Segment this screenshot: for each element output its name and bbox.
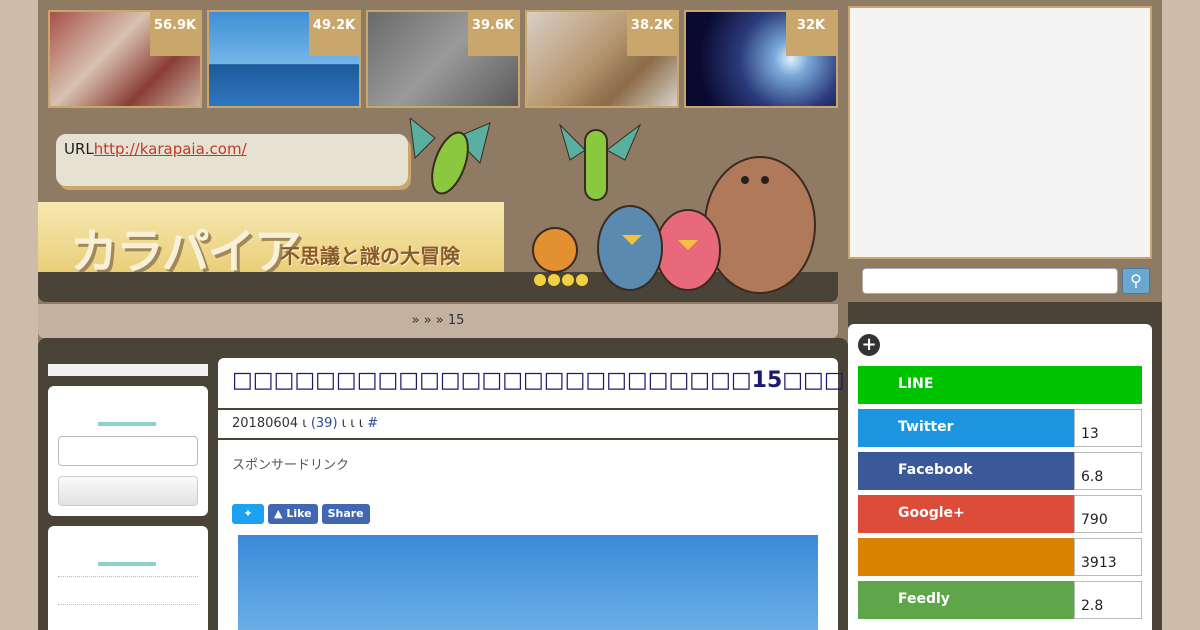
article-panel: □□□□□□□□□□□□□□□□□□□□□□□□□15□□□ 20180604 … (218, 358, 845, 630)
googleplus-label: Google+ (858, 495, 1075, 533)
share-buttons: ✦ ▲ Like Share (232, 504, 370, 524)
search-input[interactable] (862, 268, 1118, 294)
view-count: 38.2K (627, 12, 677, 56)
site-url-link[interactable]: http://karapaia.com/ (94, 140, 247, 158)
article-meta: 20180604 ι (39) ι ι ι # (232, 416, 378, 431)
url-label: URL (64, 140, 94, 158)
thumbnail-dog-cat[interactable]: 38.2K (525, 10, 679, 108)
share-label: Share (327, 507, 364, 520)
feedly-label: Feedly (858, 581, 1075, 619)
logo-tagline: 不思議と謎の大冒険 (280, 244, 460, 268)
article-title[interactable]: □□□□□□□□□□□□□□□□□□□□□□□□□15□□□ (232, 368, 845, 393)
view-count: 39.6K (468, 12, 518, 56)
comments-link[interactable]: (39) (311, 416, 338, 431)
social-row-hatena[interactable]: 3913 (858, 538, 1142, 576)
view-count: 49.2K (309, 12, 359, 56)
tag-link[interactable]: # (367, 416, 378, 431)
thumbnail-balanced-stones[interactable]: 49.2K (207, 10, 361, 108)
article-hero-image (238, 535, 818, 630)
view-count: 56.9K (150, 12, 200, 56)
social-row-googleplus[interactable]: Google+ 790 (858, 495, 1142, 533)
bookmark-label (858, 538, 1075, 576)
social-row-twitter[interactable]: Twitter 13 (858, 409, 1142, 447)
meta-separators: ι ι ι (337, 416, 364, 431)
mascot-characters-illustration (532, 123, 816, 294)
feedly-count: 2.8 (1074, 581, 1142, 619)
like-label: Like (286, 507, 312, 520)
googleplus-count: 790 (1074, 495, 1142, 533)
article-date: 20180604 ι (232, 416, 307, 431)
thumbnail-cave-art[interactable]: 56.9K (48, 10, 202, 108)
social-row-line[interactable]: LINE (858, 366, 1142, 404)
popular-thumbnails: 56.9K 49.2K 39.6K 38.2K 32K (48, 10, 838, 108)
facebook-like-button[interactable]: ▲ Like (268, 504, 318, 524)
thumbnail-space[interactable]: 32K (684, 10, 838, 108)
sidebar-search-button[interactable] (58, 476, 198, 506)
search-icon: ⚲ (1130, 271, 1142, 290)
plus-icon[interactable]: + (858, 334, 880, 356)
breadcrumb: » » » 15 (38, 304, 838, 338)
sponsored-link-label: スポンサードリンク (232, 458, 350, 473)
bookmark-count: 3913 (1074, 538, 1142, 576)
widget-heading-line (98, 422, 156, 426)
facebook-label: Facebook (858, 452, 1075, 490)
title-divider (218, 408, 838, 410)
twitter-count: 13 (1074, 409, 1142, 447)
social-row-feedly[interactable]: Feedly 2.8 (858, 581, 1142, 619)
list-divider (58, 604, 198, 605)
view-count: 32K (786, 12, 836, 56)
left-sidebar-header-bar (48, 364, 208, 376)
flying-character-illustration (409, 118, 491, 195)
meta-divider (218, 438, 838, 440)
sidebar-search-input[interactable] (58, 436, 198, 466)
thumbs-up-icon: ▲ (274, 507, 283, 520)
social-share-panel: + LINE Twitter 13 Facebook 6.8 Google+ 7… (848, 324, 1152, 630)
facebook-count: 6.8 (1074, 452, 1142, 490)
line-label: LINE (858, 366, 1142, 404)
facebook-share-button[interactable]: Share (321, 504, 370, 524)
left-sidebar-list-widget (48, 526, 208, 630)
thumbnail-dark-room[interactable]: 39.6K (366, 10, 520, 108)
list-divider (58, 576, 198, 577)
search-button[interactable]: ⚲ (1122, 268, 1150, 294)
left-sidebar-search-widget (48, 386, 208, 516)
advertisement-area (848, 6, 1152, 259)
twitter-icon: ✦ (243, 507, 253, 520)
twitter-label: Twitter (858, 409, 1075, 447)
social-row-facebook[interactable]: Facebook 6.8 (858, 452, 1142, 490)
url-box: URLhttp://karapaia.com/ (56, 134, 408, 186)
tweet-button[interactable]: ✦ (232, 504, 264, 524)
widget-heading-line (98, 562, 156, 566)
site-logo[interactable]: カラパイア 不思議と謎の大冒険 (38, 202, 504, 280)
